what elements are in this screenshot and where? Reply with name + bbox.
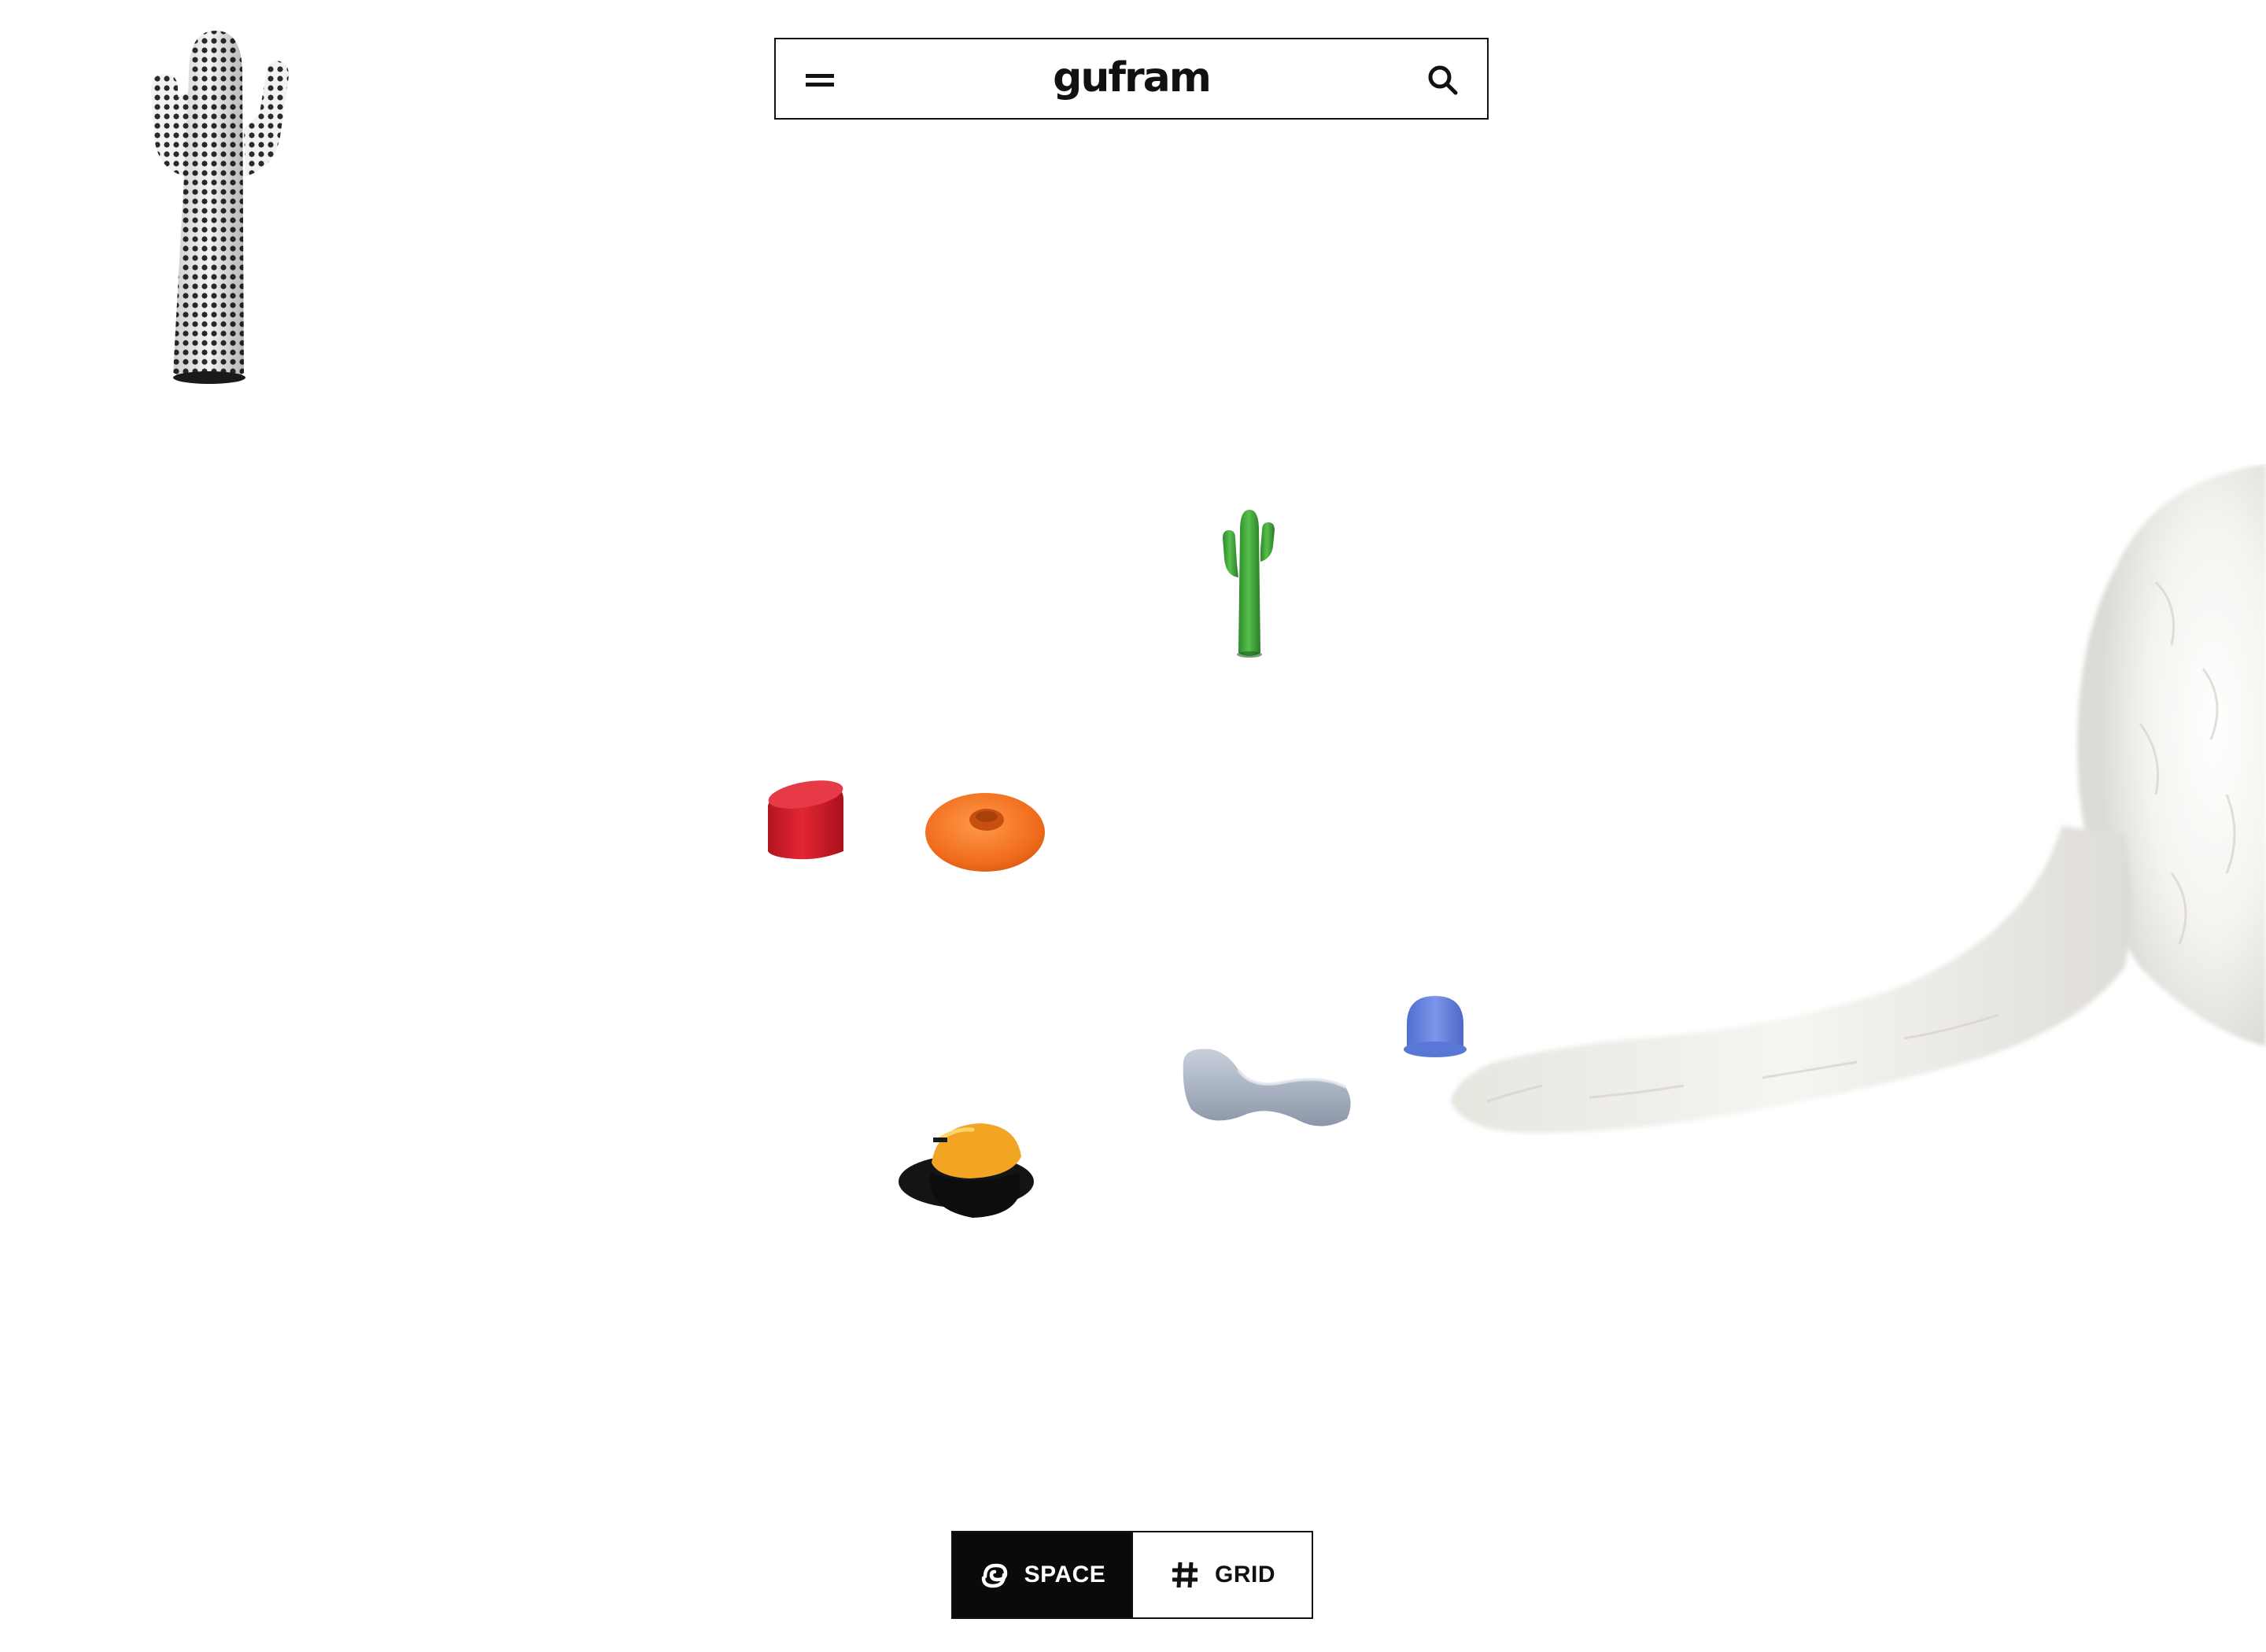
hashtag-grid-icon	[1169, 1559, 1201, 1591]
product-yellow-black-hat[interactable]	[894, 1117, 1039, 1221]
product-cactus-green[interactable]	[1216, 507, 1282, 661]
space-label: SPACE	[1024, 1562, 1106, 1587]
top-navigation-bar: gufram	[774, 38, 1489, 120]
product-orange-donut[interactable]	[922, 784, 1048, 875]
space-swirl-icon	[979, 1559, 1010, 1591]
brand-logo[interactable]: gufram	[1053, 54, 1212, 101]
search-icon[interactable]	[1423, 60, 1463, 101]
view-mode-toggle: SPACE GRID	[951, 1531, 1313, 1619]
menu-icon[interactable]	[799, 60, 840, 101]
product-grey-chaise[interactable]	[1180, 1046, 1353, 1134]
grid-label: GRID	[1215, 1562, 1275, 1587]
space-canvas[interactable]: gufram SPACE GRID	[0, 0, 2266, 1652]
product-cactus-pop-art[interactable]	[134, 27, 299, 390]
product-red-stool[interactable]	[765, 779, 847, 862]
space-view-button[interactable]: SPACE	[953, 1532, 1131, 1617]
product-white-fur-animal[interactable]	[1448, 464, 2266, 1251]
grid-view-button[interactable]: GRID	[1131, 1532, 1312, 1617]
